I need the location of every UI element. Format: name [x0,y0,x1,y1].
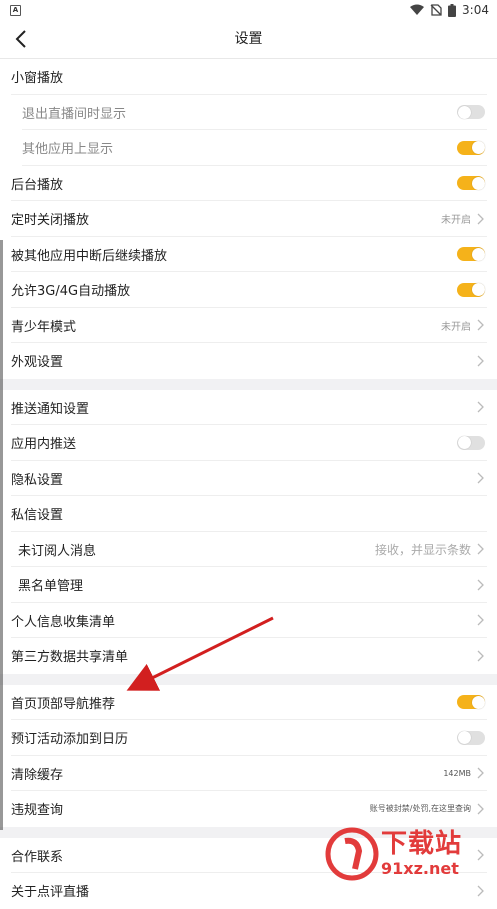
chevron-right-icon [477,472,484,484]
notification-setting-item[interactable]: 隐私设置 [0,461,497,497]
section-gap [0,673,497,685]
toggle-knob [471,247,485,261]
toggle-switch[interactable] [457,282,485,297]
setting-label: 关于点评直播 [11,885,90,901]
toggle-knob [457,731,471,745]
setting-label: 个人信息收集清单 [11,614,116,630]
notification-setting-item[interactable]: 应用内推送 [0,425,497,461]
chevron-right-icon [477,614,484,626]
app-bar: 设置 [0,20,497,59]
settings-section-notifications: 推送通知设置 应用内推送隐私设置私信设置未订阅人消息 接收，并显示条数黑名单管理个人… [0,389,497,674]
status-time: 3:04 [462,3,489,17]
wifi-icon [410,4,425,15]
playback-setting-item[interactable]: 后台播放 [0,166,497,202]
setting-label: 其他应用上显示 [22,142,114,158]
setting-label: 被其他应用中断后继续播放 [11,248,168,264]
watermark-logo-icon [325,827,379,881]
status-bar: A 3:04 [0,0,497,20]
chevron-right-icon [477,803,484,815]
playback-setting-item[interactable]: 定时关闭播放 未开启 [0,201,497,237]
toggle-knob [471,141,485,155]
notification-setting-item[interactable]: 黑名单管理 [0,567,497,603]
toggle-switch[interactable] [457,140,485,155]
chevron-right-icon [477,213,484,225]
setting-label: 违规查询 [11,803,64,819]
setting-label: 应用内推送 [11,437,77,453]
setting-value: 账号被封禁/处罚,在这里查询 [369,804,471,814]
notification-setting-item[interactable]: 未订阅人消息 接收，并显示条数 [0,532,497,568]
toggle-knob [457,105,471,119]
app-notification-icon: A [10,4,21,16]
setting-label: 合作联系 [11,849,64,865]
toggle-switch[interactable] [457,247,485,262]
setting-value: 接收，并显示条数 [374,542,471,557]
setting-label: 第三方数据共享清单 [11,650,129,666]
toggle-knob [471,176,485,190]
playback-setting-item[interactable]: 外观设置 [0,343,497,379]
setting-label: 推送通知设置 [11,401,90,417]
scroll-edge [0,240,3,830]
toggle-switch[interactable] [457,435,485,450]
chevron-right-icon [477,355,484,367]
watermark-url: 91xz.net [381,859,459,878]
chevron-right-icon [477,579,484,591]
setting-label: 清除缓存 [11,767,64,783]
setting-label: 黑名单管理 [18,579,84,595]
toggle-knob [471,695,485,709]
watermark-title: 下载站 [381,829,463,859]
chevron-right-icon [477,319,484,331]
setting-label: 定时关闭播放 [11,213,90,229]
setting-label: 首页顶部导航推荐 [11,696,116,712]
general-setting-item[interactable]: 预订活动添加到日历 [0,720,497,756]
playback-setting-item[interactable]: 被其他应用中断后继续播放 [0,237,497,273]
chevron-right-icon [477,401,484,413]
setting-value: 未开启 [441,215,471,227]
notification-setting-item[interactable]: 个人信息收集清单 [0,603,497,639]
setting-label: 小窗播放 [11,71,64,87]
setting-label: 青少年模式 [11,319,77,335]
chevron-right-icon [477,650,484,662]
chevron-right-icon [477,767,484,779]
general-setting-item[interactable]: 清除缓存 142MB [0,756,497,792]
playback-setting-item[interactable]: 退出直播间时显示 [0,95,497,131]
chevron-right-icon [477,885,484,897]
general-setting-item[interactable]: 首页顶部导航推荐 [0,685,497,721]
playback-setting-item[interactable]: 其他应用上显示 [0,130,497,166]
setting-label: 允许3G/4G自动播放 [11,284,131,300]
setting-label: 退出直播间时显示 [22,106,127,122]
setting-label: 隐私设置 [11,472,64,488]
battery-icon [448,3,457,17]
watermark: 下载站 91xz.net [325,825,493,883]
section-gap [0,378,497,390]
toggle-switch[interactable] [457,730,485,745]
playback-setting-item[interactable]: 允许3G/4G自动播放 [0,272,497,308]
notification-setting-item[interactable]: 推送通知设置 [0,390,497,426]
setting-value: 142MB [443,768,471,778]
setting-label: 外观设置 [11,355,64,371]
setting-value: 未开启 [441,321,471,333]
toggle-switch[interactable] [457,695,485,710]
setting-label: 未订阅人消息 [18,543,97,559]
setting-label: 预订活动添加到日历 [11,732,129,748]
notification-setting-item[interactable]: 第三方数据共享清单 [0,638,497,674]
chevron-right-icon [477,543,484,555]
settings-section-playback: 小窗播放 退出直播间时显示 其他应用上显示 后台播放 定时关闭播放 未开启 被其他应用中断后… [0,59,497,379]
general-setting-item[interactable]: 违规查询 账号被封禁/处罚,在这里查询 [0,791,497,827]
toggle-knob [471,283,485,297]
notification-setting-item: 私信设置 [0,496,497,532]
setting-label: 后台播放 [11,177,64,193]
no-sim-icon [430,4,442,16]
toggle-knob [457,436,471,450]
playback-setting-item[interactable]: 青少年模式 未开启 [0,308,497,344]
page-title: 设置 [234,31,263,47]
playback-setting-item: 小窗播放 [0,59,497,95]
toggle-switch[interactable] [457,105,485,120]
setting-label: 私信设置 [11,508,64,524]
toggle-switch[interactable] [457,176,485,191]
settings-section-general: 首页顶部导航推荐 预订活动添加到日历 清除缓存 142MB 违规查询 账号被封禁/处罚,在… [0,684,497,827]
